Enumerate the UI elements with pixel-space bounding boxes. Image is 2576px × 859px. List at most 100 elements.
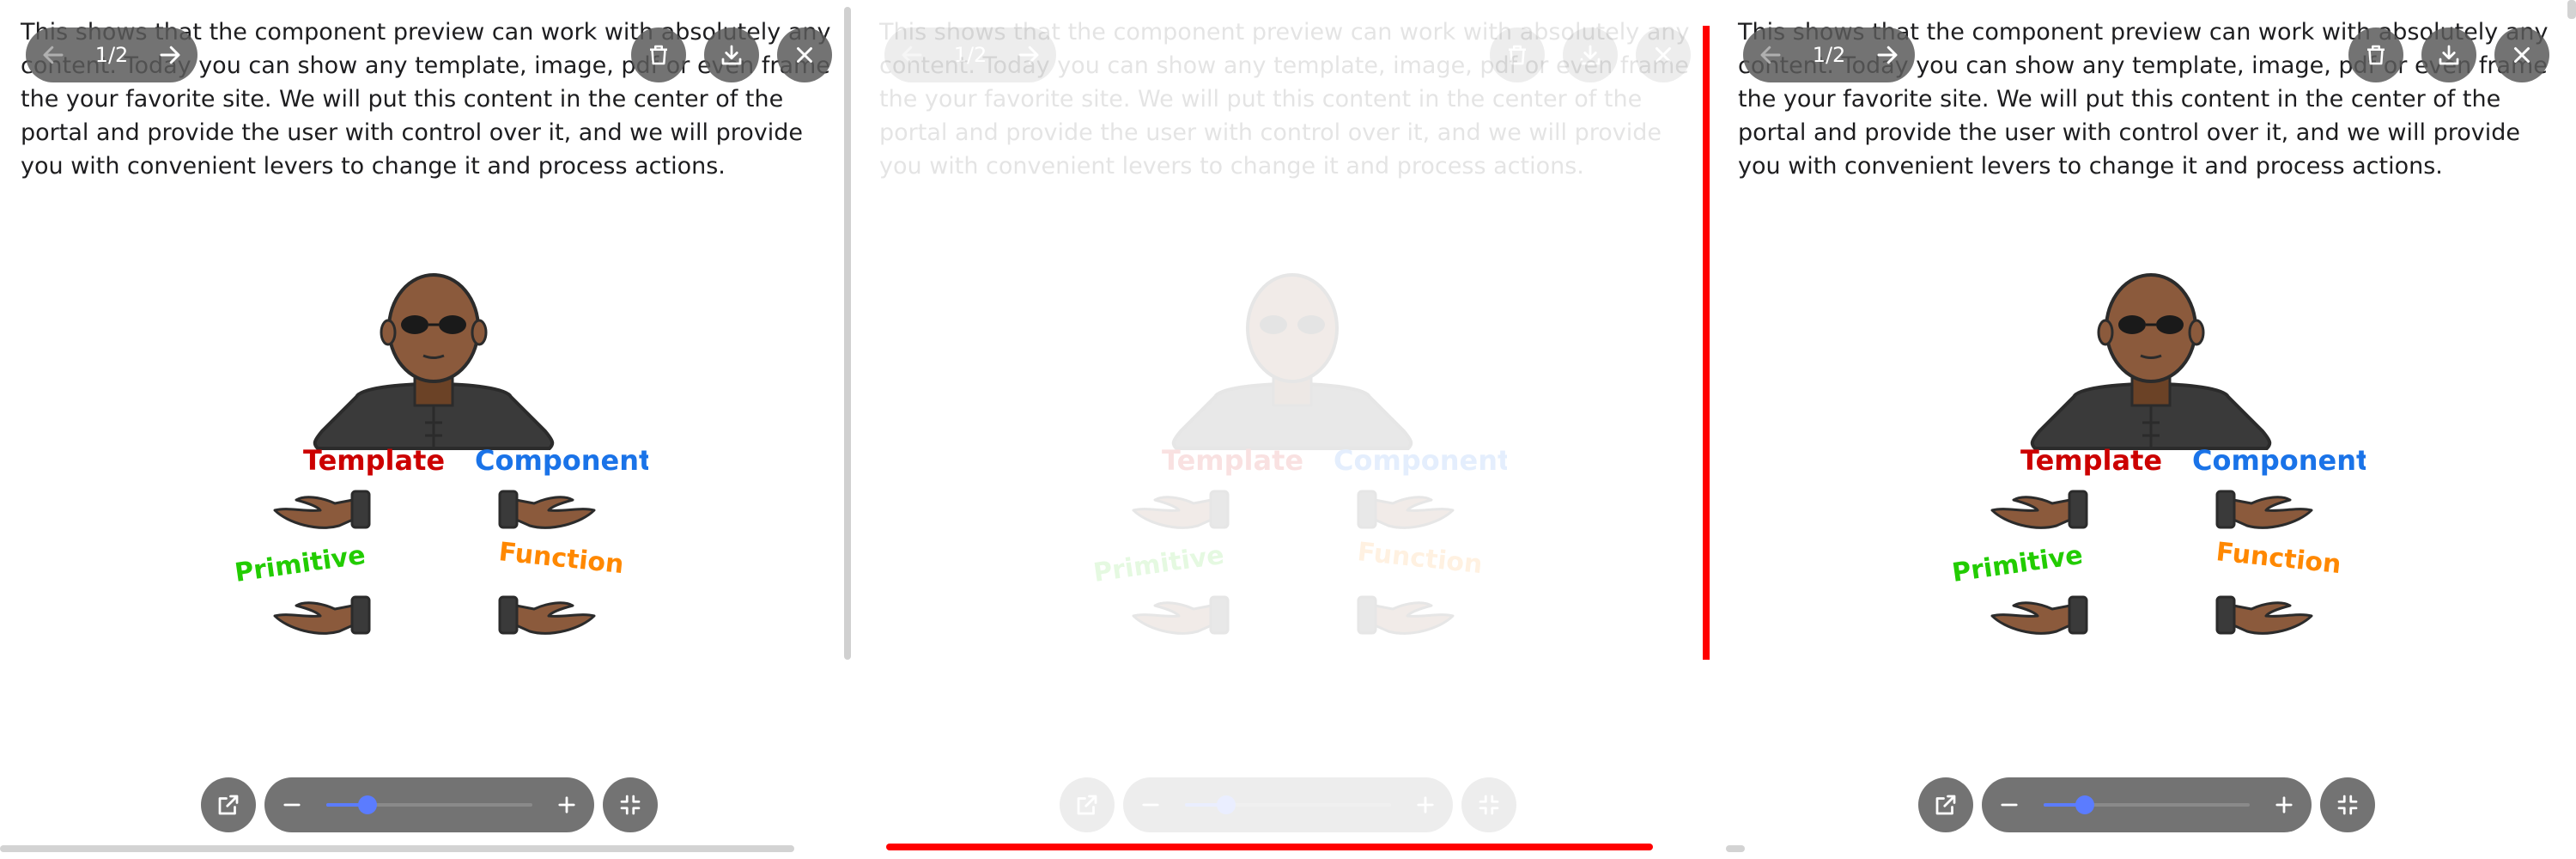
share-icon <box>218 795 239 815</box>
open-hand-icon <box>273 490 371 529</box>
zoom-control <box>1123 777 1453 832</box>
open-hand-icon <box>1357 490 1455 529</box>
zoom-in-button[interactable] <box>539 777 594 832</box>
fullscreen-button[interactable] <box>603 777 658 832</box>
label-primitive: Primitive <box>1091 540 1226 588</box>
close-icon <box>1656 47 1671 63</box>
minus-icon <box>283 803 301 807</box>
illustration: Template Component Primitive Function <box>219 251 652 655</box>
zoom-control <box>264 777 594 832</box>
share-button[interactable] <box>1060 777 1115 832</box>
delete-button[interactable] <box>1490 27 1545 82</box>
open-hand-icon <box>1990 595 2088 635</box>
illustration: Template Component Primitive Function <box>1078 251 1510 655</box>
open-hand-icon <box>498 490 596 529</box>
label-component: Component <box>2192 444 2366 477</box>
page-counter: 1/2 <box>1812 43 1846 67</box>
minus-icon <box>2001 803 2018 807</box>
open-hand-icon <box>1132 595 1230 635</box>
vertical-scrollbar[interactable] <box>2567 0 2576 19</box>
share-icon <box>1935 795 1956 815</box>
zoom-in-button[interactable] <box>1398 777 1453 832</box>
zoom-out-button[interactable] <box>1982 777 2037 832</box>
download-icon <box>2439 45 2459 65</box>
bald-man-head <box>1171 273 1413 450</box>
close-button[interactable] <box>777 27 832 82</box>
zoom-slider[interactable] <box>1185 795 1391 814</box>
share-button[interactable] <box>1918 777 1973 832</box>
bald-man-head <box>2030 273 2272 450</box>
open-hand-icon <box>1132 490 1230 529</box>
label-component: Component <box>475 444 648 477</box>
download-button[interactable] <box>704 27 759 82</box>
fullscreen-button[interactable] <box>1461 777 1516 832</box>
panel-divider[interactable] <box>844 7 851 660</box>
label-template: Template <box>1162 444 1303 477</box>
horizontal-scrollbar-highlighted[interactable] <box>886 844 1653 850</box>
zoom-out-button[interactable] <box>1123 777 1178 832</box>
trash-icon <box>650 45 667 65</box>
label-primitive: Primitive <box>1950 540 2085 588</box>
prev-button[interactable] <box>884 27 939 82</box>
prev-button[interactable] <box>26 27 81 82</box>
delete-button[interactable] <box>631 27 686 82</box>
arrow-left-icon <box>902 46 922 64</box>
open-hand-icon <box>498 595 596 635</box>
label-primitive: Primitive <box>233 540 368 588</box>
share-icon <box>1077 795 1097 815</box>
arrow-left-icon <box>43 46 64 64</box>
next-button[interactable] <box>1001 27 1056 82</box>
pagination-control: 1/2 <box>1743 27 1915 82</box>
horizontal-scrollbar[interactable] <box>0 845 794 852</box>
zoom-slider[interactable] <box>326 795 532 814</box>
pagination-control: 1/2 <box>26 27 197 82</box>
zoom-out-button[interactable] <box>264 777 319 832</box>
page-counter: 1/2 <box>953 43 987 67</box>
plus-icon <box>2275 796 2293 813</box>
label-template: Template <box>303 444 445 477</box>
zoom-slider[interactable] <box>2044 795 2250 814</box>
pagination-control: 1/2 <box>884 27 1056 82</box>
panel-divider-highlighted[interactable] <box>1703 26 1710 660</box>
horizontal-scrollbar[interactable] <box>1726 845 1745 852</box>
download-icon <box>721 45 742 65</box>
label-function: Function <box>2215 537 2342 580</box>
zoom-slider-thumb[interactable] <box>1217 795 1236 814</box>
bald-man-head <box>313 273 555 450</box>
next-button[interactable] <box>143 27 197 82</box>
arrow-right-icon <box>1018 46 1039 64</box>
illustration: Template Component Primitive Function <box>1936 251 2369 655</box>
page-counter: 1/2 <box>94 43 129 67</box>
zoom-in-button[interactable] <box>2257 777 2312 832</box>
download-button[interactable] <box>1563 27 1618 82</box>
close-button[interactable] <box>1636 27 1691 82</box>
share-button[interactable] <box>201 777 256 832</box>
label-function: Function <box>497 537 625 580</box>
arrow-left-icon <box>1760 46 1781 64</box>
fullscreen-button[interactable] <box>2320 777 2375 832</box>
close-icon <box>797 47 812 63</box>
prev-button[interactable] <box>1743 27 1798 82</box>
preview-panel-right: This shows that the component preview ca… <box>1717 0 2559 859</box>
close-icon <box>2514 47 2530 63</box>
plus-icon <box>1417 796 1434 813</box>
exit-fullscreen-icon <box>620 795 641 815</box>
exit-fullscreen-icon <box>2337 795 2358 815</box>
download-button[interactable] <box>2421 27 2476 82</box>
open-hand-icon <box>2215 595 2313 635</box>
zoom-control <box>1982 777 2312 832</box>
open-hand-icon <box>273 595 371 635</box>
open-hand-icon <box>2215 490 2313 529</box>
label-template: Template <box>2020 444 2162 477</box>
open-hand-icon <box>1990 490 2088 529</box>
zoom-slider-thumb[interactable] <box>358 795 377 814</box>
close-button[interactable] <box>2494 27 2549 82</box>
delete-button[interactable] <box>2348 27 2403 82</box>
preview-panel-middle: This shows that the component preview ca… <box>859 0 1700 859</box>
arrow-right-icon <box>160 46 180 64</box>
next-button[interactable] <box>1860 27 1915 82</box>
open-hand-icon <box>1357 595 1455 635</box>
download-icon <box>1580 45 1601 65</box>
zoom-slider-thumb[interactable] <box>2075 795 2094 814</box>
trash-icon <box>2367 45 2385 65</box>
